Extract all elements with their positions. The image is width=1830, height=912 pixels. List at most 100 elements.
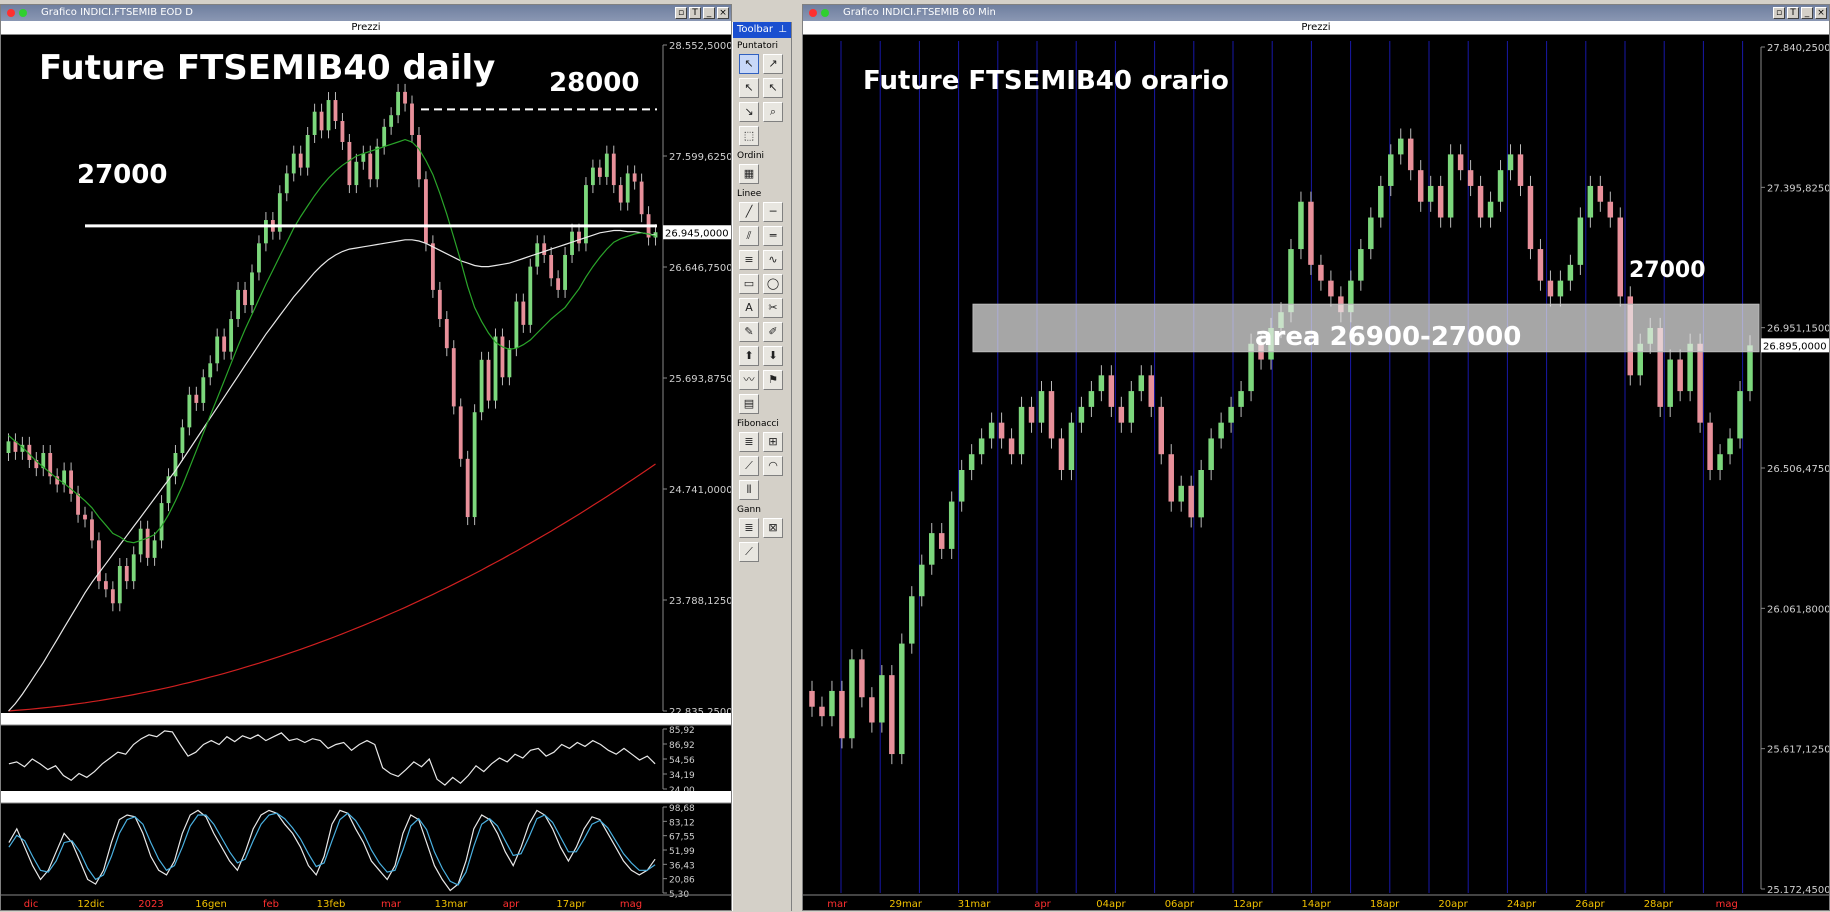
daily-candle [382,126,387,147]
toolbar-row: ╱ ─ [733,200,791,224]
osc2-y-tick-label: 20,86 [669,876,695,886]
toolbar-title-bar: Toolbar ⊥ [733,22,791,38]
osc2-y-tick-label: 36,43 [669,861,695,871]
hourly-candle [948,501,955,549]
ma20-line [8,138,656,544]
hourly-candle [1098,375,1105,392]
daily-candle [110,589,115,604]
close-button[interactable]: × [717,7,729,19]
sup-res-icon[interactable]: ≡ [739,250,759,270]
pointer-hand-icon[interactable]: ↗ [763,54,783,74]
daily-chart-window[interactable]: Grafico INDICI.FTSEMIB EOD D ▫ T _ × Pre… [0,4,732,911]
arrow-down-icon[interactable]: ⬇ [763,346,783,366]
hourly-candle [1198,470,1204,518]
toolbar-row: ≣ ⊞ [733,430,791,454]
osc2-header [1,791,731,803]
pointer-cross-icon[interactable]: ↖ [739,78,759,98]
daily-panel-title: Prezzi [351,22,381,33]
gann-fan-icon[interactable]: ⟋ [739,542,759,562]
hourly-candle [998,422,1005,439]
hourly-candle [1667,359,1673,407]
toolbar-row: ⫽ ═ [733,224,791,248]
arrow-up-icon[interactable]: ⬆ [739,346,759,366]
daily-candle [229,319,234,352]
fib-fan-icon[interactable]: ⟋ [739,456,759,476]
restore-button[interactable]: ▫ [1773,7,1785,19]
hourly-candle [899,643,905,755]
hline-icon[interactable]: ─ [763,202,783,222]
hourly-chart-svg[interactable]: 27.840,2500 27.395,8250 26.951,1500 26.506,… [803,35,1829,912]
minimize-button[interactable]: _ [1801,7,1813,19]
flag-icon[interactable]: ⚑ [763,370,783,390]
level-27000-label: 27000 [77,160,167,190]
x-tick-label: 31mar [958,899,992,910]
daily-candle [222,336,227,352]
hourly-y-tick-label: 26.061,8000 [1767,604,1829,615]
osc1-y-tick-label: 54,56 [669,756,695,766]
pointer-icon[interactable]: ↖ [739,54,759,74]
daily-candle [90,519,94,541]
toolbar-group-label: Gann [737,505,761,515]
daily-candle [584,185,588,244]
channel-icon[interactable]: ⫽ [739,226,759,246]
rectangle-icon[interactable]: ▭ [739,274,759,294]
hourly-candle [889,675,895,755]
status-dot-red-icon [809,9,817,17]
curve-icon[interactable]: ∿ [763,250,783,270]
toolbar-row: ↖ ↗ [733,52,791,76]
marquee-icon[interactable]: ⬚ [739,126,759,146]
pencil-icon[interactable]: ✎ [739,322,759,342]
zoom-icon[interactable]: ⌕ [763,102,783,122]
double-hline-icon[interactable]: ═ [763,226,783,246]
hourly-chart-window[interactable]: Grafico INDICI.FTSEMIB 60 Min ▫ T _ × Pr… [802,4,1830,911]
status-dot-green-icon [821,9,829,17]
hourly-window-titlebar[interactable]: Grafico INDICI.FTSEMIB 60 Min ▫ T _ × [803,5,1829,21]
pin-icon[interactable]: ⊥ [778,22,787,38]
daily-window-titlebar[interactable]: Grafico INDICI.FTSEMIB EOD D ▫ T _ × [1,5,731,21]
wave-icon[interactable]: 〰 [739,370,759,390]
daily-candle [159,503,164,541]
hourly-candle [968,454,975,471]
daily-candle [590,167,595,186]
text-button[interactable]: T [1787,7,1799,19]
grid-flag-icon[interactable]: ▤ [739,394,759,414]
close-button[interactable]: × [1815,7,1827,19]
x-tick-label: mag [620,899,642,910]
fib-time-icon[interactable]: ⊞ [763,432,783,452]
daily-candle [250,272,254,306]
eraser-icon[interactable]: ✐ [763,322,783,342]
toolbar-row: ↖ ↖ [733,76,791,100]
daily-candle [340,121,345,142]
pointer-select-icon[interactable]: ↖ [763,78,783,98]
hourly-panel-title: Prezzi [1301,22,1331,33]
fib-timezones-icon[interactable]: ⦀ [739,480,759,500]
text-button[interactable]: T [689,7,701,19]
daily-candle [284,173,289,194]
osc1-line [8,730,656,786]
hourly-candle [1368,217,1374,250]
daily-candle [444,319,449,349]
text-icon[interactable]: A [739,298,759,318]
hourly-y-tick-label: 26.951,1500 [1767,324,1829,335]
restore-button[interactable]: ▫ [675,7,687,19]
ellipse-icon[interactable]: ◯ [763,274,783,294]
trendline-icon[interactable]: ╱ [739,202,759,222]
hourly-candle [1388,154,1394,186]
hourly-candle [1417,170,1424,202]
hourly-y-tick-label: 27.840,2500 [1767,43,1829,54]
order-icon[interactable]: ▦ [739,164,759,184]
cut-icon[interactable]: ✂ [763,298,783,318]
pointer-draw-icon[interactable]: ↘ [739,102,759,122]
minimize-button[interactable]: _ [703,7,715,19]
daily-chart-svg[interactable]: 28.552,5000 27.599,6250 26.646,7500 25.693,… [1,35,731,912]
x-tick-label: 26apr [1575,899,1605,910]
gann-box-icon[interactable]: ⊠ [763,518,783,538]
hourly-candle [1128,391,1135,423]
hourly-candle [1557,280,1564,297]
fib-arc-icon[interactable]: ◠ [763,456,783,476]
x-tick-label: mar [381,899,402,910]
gann-grid-icon[interactable]: ≣ [739,518,759,538]
fib-retracement-icon[interactable]: ≣ [739,432,759,452]
hourly-candle [1537,249,1544,281]
x-tick-label: apr [1034,899,1051,910]
